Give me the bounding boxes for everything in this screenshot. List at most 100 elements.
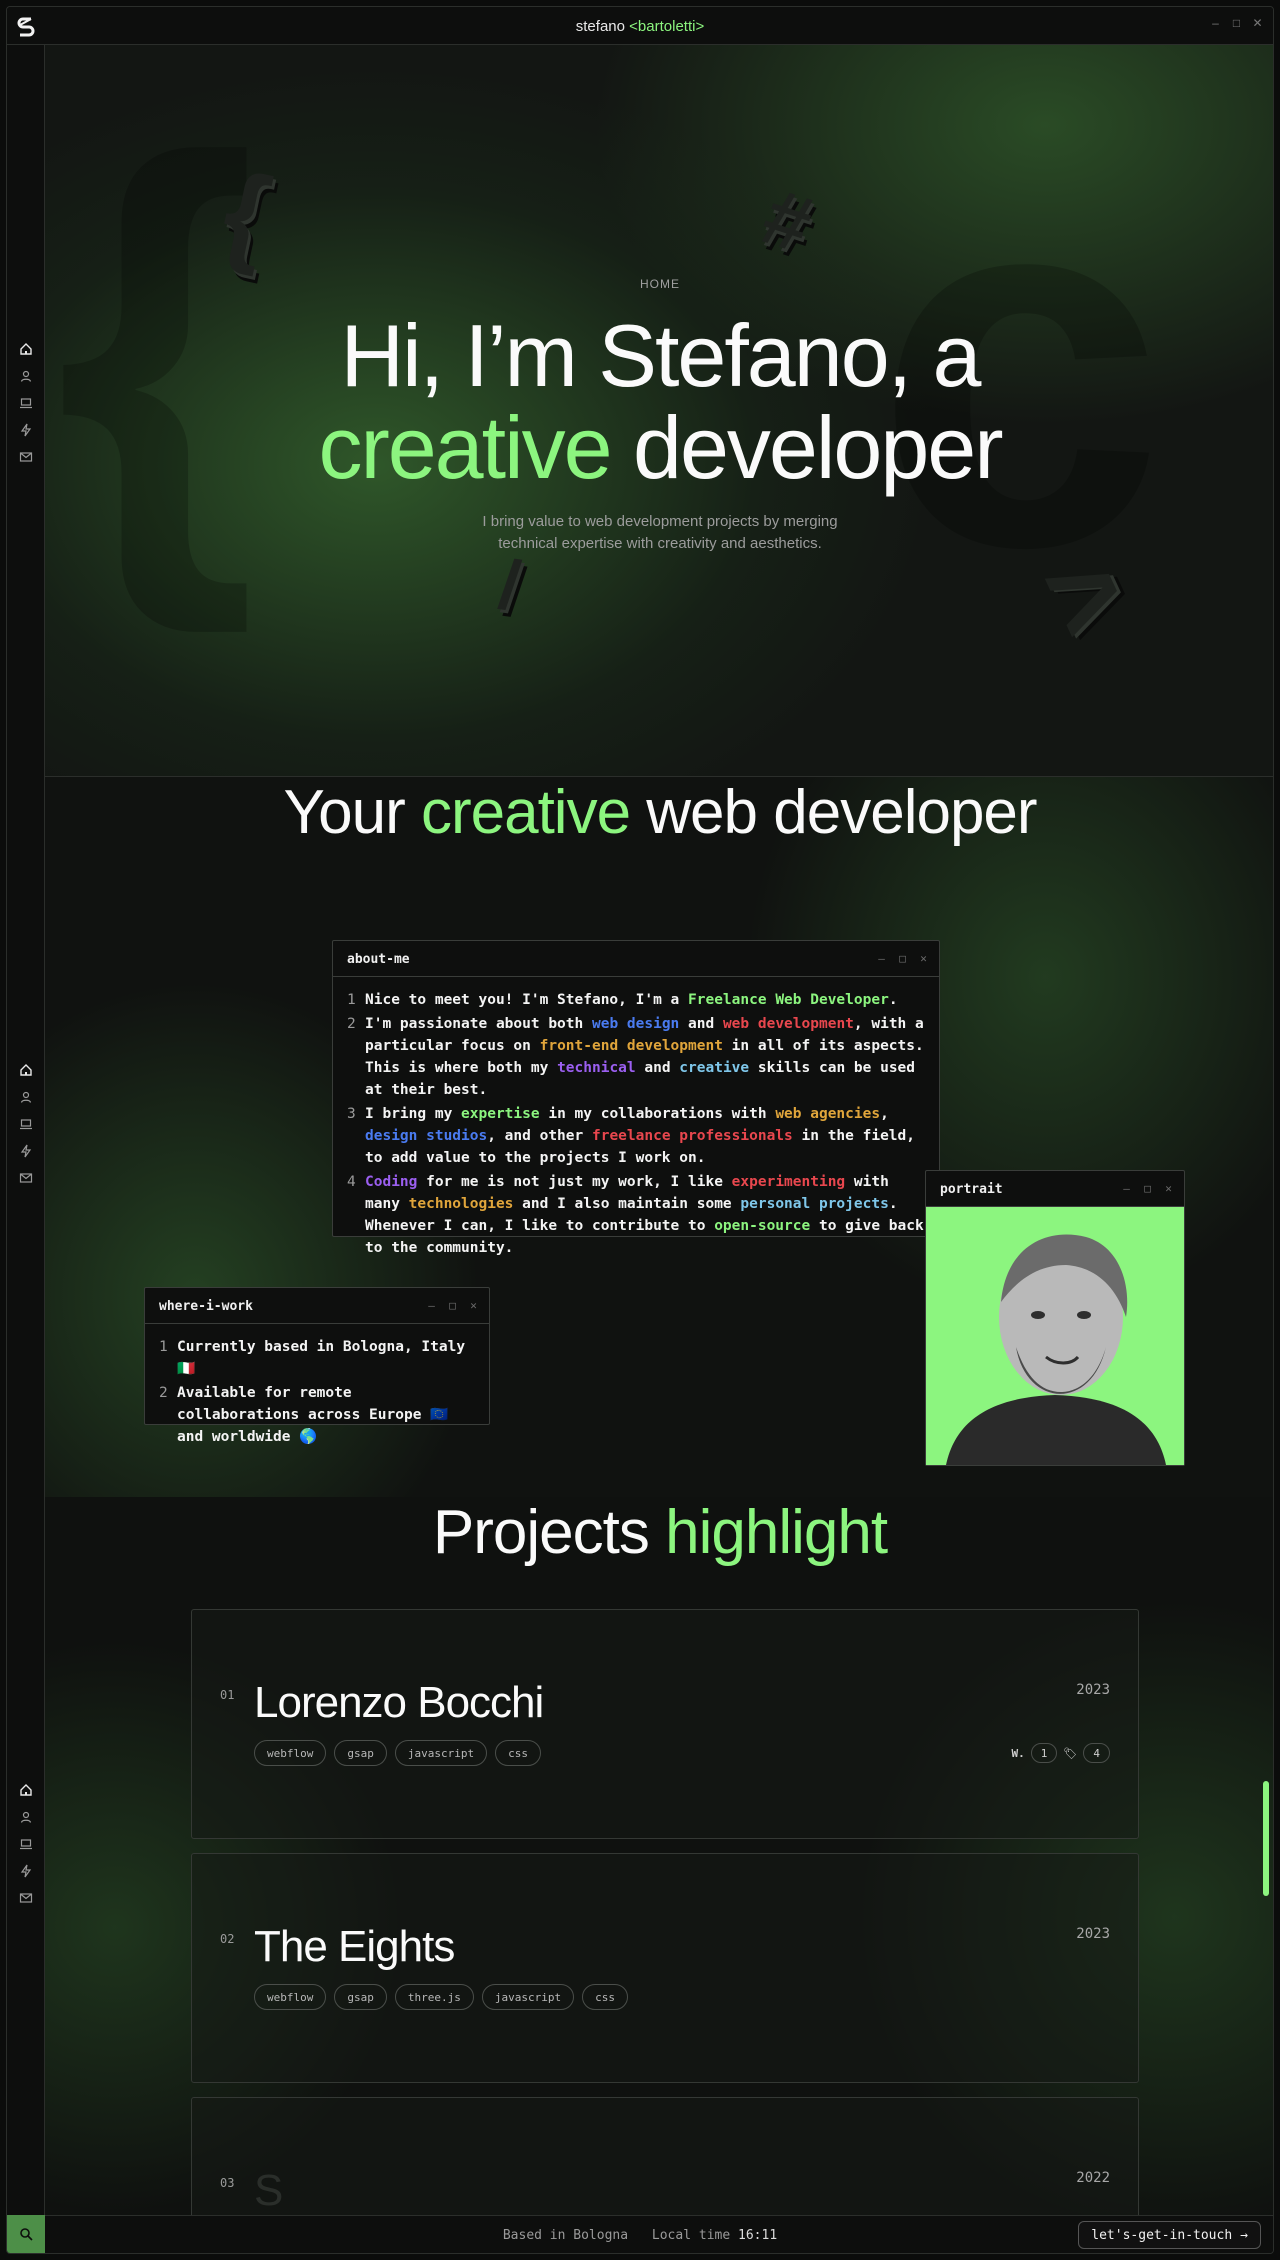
highlight-blue: design studios: [365, 1128, 488, 1144]
mail-icon[interactable]: [19, 450, 33, 464]
code-line: 1 Currently based in Bologna, Italy 🇮🇹: [159, 1336, 475, 1380]
tag: gsap: [334, 1740, 387, 1766]
hero-title-accent: creative: [318, 398, 612, 497]
mail-icon[interactable]: [19, 1171, 33, 1185]
line-segment: Nice to meet you! I'm Stefano, I'm a: [365, 992, 689, 1008]
window-header[interactable]: portrait – □ ✕: [926, 1171, 1184, 1207]
line-segment: .: [888, 992, 898, 1008]
line-text: Coding for me is not just my work, I lik…: [365, 1171, 925, 1259]
sidebar-nav: [19, 1063, 33, 1185]
hero-title-line1: Hi, I’m Stefano, a: [340, 306, 982, 405]
window-header[interactable]: where-i-work – □ ✕: [145, 1288, 489, 1324]
window-controls: – □ ✕: [426, 1300, 479, 1311]
project-card[interactable]: 01 Lorenzo Bocchi 2023 webflow gsap java…: [191, 1609, 1139, 1839]
line-number: 2: [347, 1016, 356, 1032]
project-name: Lorenzo Bocchi: [254, 1678, 544, 1727]
highlight-red: freelance professionals: [591, 1128, 793, 1144]
cta-label: let's-get-in-touch: [1091, 2227, 1233, 2243]
line-number: 2: [159, 1385, 168, 1401]
tag: javascript: [481, 1984, 575, 2010]
tag-icon: 🏷: [1063, 1746, 1078, 1760]
user-icon[interactable]: [19, 1090, 33, 1104]
maximize-icon[interactable]: □: [447, 1300, 458, 1311]
mail-icon[interactable]: [19, 1891, 33, 1905]
portrait-illustration: [946, 1234, 1166, 1465]
about-me-content: 1 Nice to meet you! I'm Stefano, I'm a Fr…: [333, 977, 939, 1273]
hash-deco-icon: #: [752, 171, 823, 270]
where-i-work-window[interactable]: where-i-work – □ ✕ 1 Currently based in …: [144, 1287, 490, 1445]
tag: css: [495, 1740, 541, 1766]
sidebar-nav: [19, 1783, 33, 1905]
home-icon[interactable]: [19, 1063, 33, 1077]
scrollbar-thumb[interactable]: [1263, 1781, 1269, 1896]
highlight-green: open-source: [714, 1218, 811, 1234]
line-segment: for me is not just my work, I like: [417, 1174, 732, 1190]
close-icon[interactable]: ✕: [468, 1300, 479, 1311]
line-text: Available for remote collaborations acro…: [177, 1385, 449, 1445]
site-title-accent: <bartoletti>: [629, 18, 705, 35]
laptop-icon[interactable]: [19, 396, 33, 410]
minimize-icon[interactable]: –: [876, 953, 887, 964]
about-title-post: web developer: [646, 778, 1037, 847]
minimize-icon[interactable]: –: [1210, 17, 1221, 29]
minimize-icon[interactable]: –: [1121, 1183, 1132, 1194]
user-icon[interactable]: [19, 369, 33, 383]
line-segment: and I also maintain some: [513, 1196, 741, 1212]
get-in-touch-button[interactable]: let's-get-in-touch →: [1078, 2221, 1261, 2249]
portrait-photo: [926, 1207, 1184, 1465]
close-icon[interactable]: ✕: [1163, 1183, 1174, 1194]
close-icon[interactable]: ✕: [1252, 17, 1263, 29]
line-segment: and: [635, 1060, 680, 1076]
tag: webflow: [254, 1740, 327, 1766]
project-name: S: [254, 2166, 283, 2215]
line-text: Currently based in Bologna, Italy 🇮🇹: [177, 1339, 466, 1377]
about-title: Your creative web developer: [45, 777, 1273, 848]
home-icon[interactable]: [19, 1783, 33, 1797]
project-awards: W. 1 🏷 4: [1012, 1743, 1110, 1763]
minimize-icon[interactable]: –: [426, 1300, 437, 1311]
project-card[interactable]: 02 The Eights 2023 webflow gsap three.js…: [191, 1853, 1139, 2083]
project-card[interactable]: 03 S 2022: [191, 2097, 1139, 2217]
line-segment: ,: [880, 1106, 889, 1122]
line-number: 3: [347, 1106, 356, 1122]
window-controls: – □ ✕: [1210, 17, 1263, 29]
awwwards-label: W.: [1011, 1746, 1025, 1760]
bottom-bar: Based in Bologna Local time 16:11 let's-…: [7, 2215, 1273, 2253]
where-i-work-content: 1 Currently based in Bologna, Italy 🇮🇹 2…: [145, 1324, 489, 1462]
window-controls: – □ ✕: [1121, 1183, 1174, 1194]
line-text: I'm passionate about both web design and…: [365, 1013, 925, 1101]
highlight-orange: web agencies: [775, 1106, 881, 1122]
code-line: 4 Coding for me is not just my work, I li…: [347, 1171, 925, 1259]
maximize-icon[interactable]: □: [1142, 1183, 1153, 1194]
home-icon[interactable]: [19, 342, 33, 356]
about-me-window[interactable]: about-me – □ ✕ 1 Nice to meet you! I'm St…: [332, 940, 940, 1256]
bolt-icon[interactable]: [19, 1144, 33, 1158]
laptop-icon[interactable]: [19, 1117, 33, 1131]
projects-title-pre: Projects: [432, 1498, 650, 1567]
maximize-icon[interactable]: □: [897, 953, 908, 964]
project-name: The Eights: [254, 1922, 455, 1971]
hero-subtitle-line: I bring value to web development project…: [482, 513, 838, 530]
close-icon[interactable]: ✕: [918, 953, 929, 964]
hero-title-rest: developer: [633, 398, 1004, 497]
bolt-icon[interactable]: [19, 1864, 33, 1878]
slash-deco-icon: /: [494, 545, 525, 625]
local-time-label: Local time: [651, 2228, 731, 2243]
highlight-orange: front-end development: [539, 1038, 723, 1054]
maximize-icon[interactable]: □: [1231, 17, 1242, 29]
project-year: 2022: [1076, 2170, 1110, 2186]
bolt-icon[interactable]: [19, 423, 33, 437]
highlight-purple: Coding: [365, 1174, 418, 1190]
line-segment: in my collaborations with: [539, 1106, 776, 1122]
portrait-window[interactable]: portrait – □ ✕: [925, 1170, 1185, 1466]
line-text: Nice to meet you! I'm Stefano, I'm a Fre…: [365, 989, 925, 1011]
project-number: 03: [220, 2176, 235, 2190]
site-title[interactable]: stefano <bartoletti>: [7, 18, 1273, 35]
user-icon[interactable]: [19, 1810, 33, 1824]
laptop-icon[interactable]: [19, 1837, 33, 1851]
window-header[interactable]: about-me – □ ✕: [333, 941, 939, 977]
line-number: 4: [347, 1174, 356, 1190]
projects-section: Projects highlight 01 Lorenzo Bocchi 202…: [45, 1497, 1273, 2217]
about-section: Your creative web developer about-me – □…: [45, 777, 1273, 1497]
award-count: 1: [1030, 1743, 1058, 1763]
